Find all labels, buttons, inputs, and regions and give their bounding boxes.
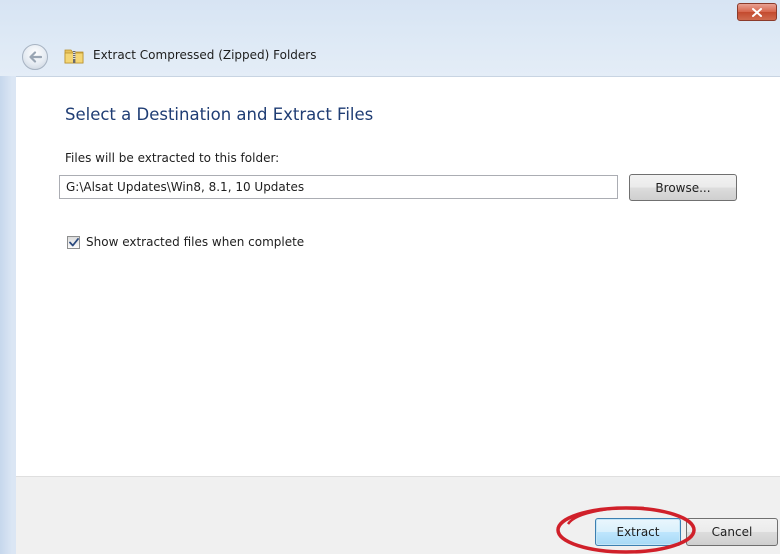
extract-button[interactable]: Extract [595, 518, 681, 546]
title-bar: Extract Compressed (Zipped) Folders [0, 0, 780, 76]
browse-button[interactable]: Browse... [629, 174, 737, 201]
page-heading: Select a Destination and Extract Files [65, 105, 374, 124]
show-files-label: Show extracted files when complete [86, 235, 305, 249]
show-files-checkbox[interactable] [67, 235, 80, 249]
destination-path-input[interactable] [59, 175, 618, 199]
show-files-option[interactable]: Show extracted files when complete [67, 235, 304, 249]
window-title: Extract Compressed (Zipped) Folders [93, 48, 317, 62]
checkmark-icon [68, 237, 79, 246]
extract-dialog: Extract Compressed (Zipped) Folders Sele… [0, 0, 780, 554]
cancel-button[interactable]: Cancel [686, 518, 778, 546]
close-button[interactable] [737, 3, 777, 21]
back-arrow-icon [29, 51, 42, 63]
dialog-content: Select a Destination and Extract Files F… [16, 76, 780, 476]
zip-folder-icon [64, 49, 84, 64]
destination-label: Files will be extracted to this folder: [65, 151, 280, 165]
back-button[interactable] [22, 44, 48, 70]
button-bar: Extract Cancel [16, 476, 780, 554]
close-icon [752, 7, 762, 17]
